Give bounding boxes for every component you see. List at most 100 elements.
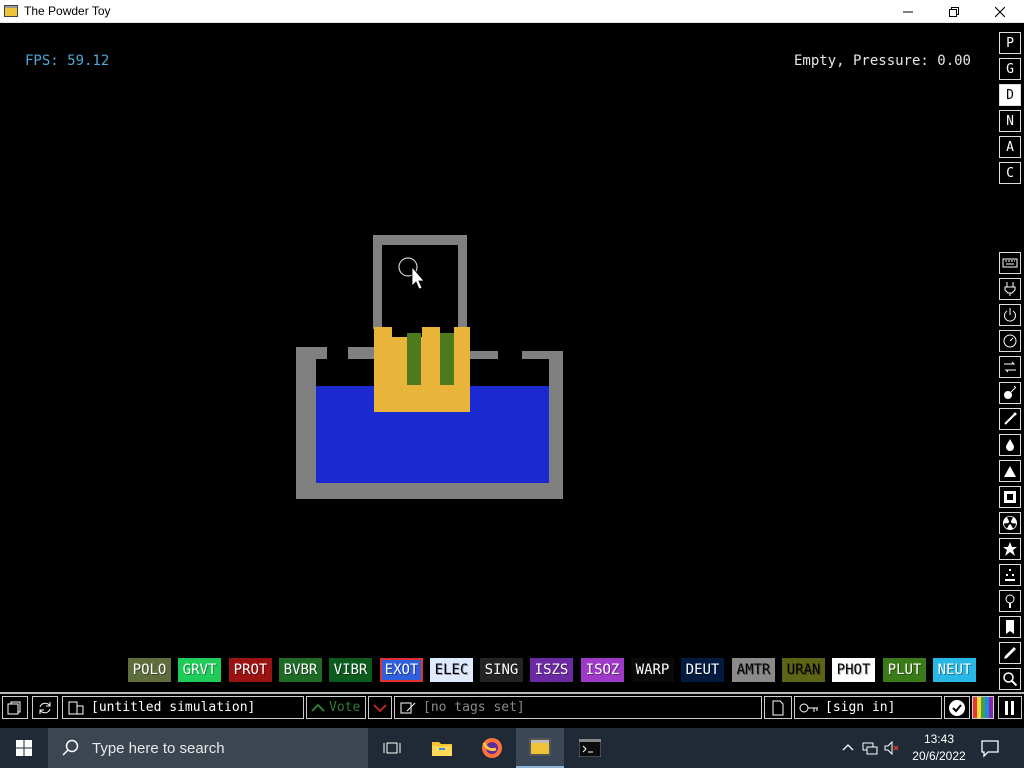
render-mode-c[interactable]: C: [999, 162, 1021, 184]
terminal-icon: [579, 739, 601, 757]
tags-button[interactable]: [no tags set]: [394, 696, 762, 719]
close-button[interactable]: [977, 0, 1023, 23]
new-simulation-button[interactable]: [764, 696, 792, 719]
element-uran-button[interactable]: URAN: [782, 658, 825, 682]
pause-icon: [1005, 700, 1014, 715]
category-powered-button[interactable]: [999, 304, 1021, 326]
windows-logo-icon: [16, 740, 32, 756]
element-deut-button[interactable]: DEUT: [681, 658, 724, 682]
element-phot-button[interactable]: PHOT: [832, 658, 875, 682]
firefox-button[interactable]: [468, 728, 516, 768]
save-simulation-button[interactable]: [untitled simulation]: [62, 696, 304, 719]
simulation-particles: [296, 235, 563, 499]
window-title: The Powder Toy: [24, 4, 111, 18]
firefox-icon: [482, 738, 502, 758]
element-warp-button[interactable]: WARP: [631, 658, 674, 682]
category-liquids-button[interactable]: [999, 434, 1021, 456]
element-sing-button[interactable]: SING: [480, 658, 523, 682]
element-isoz-button[interactable]: ISOZ: [581, 658, 624, 682]
tools-icon: [1005, 594, 1015, 608]
category-electronics-button[interactable]: [999, 278, 1021, 300]
category-sensors-button[interactable]: [999, 330, 1021, 352]
task-view-button[interactable]: [368, 728, 416, 768]
element-prot-button[interactable]: PROT: [229, 658, 272, 682]
taskbar-search-box[interactable]: Type here to search: [48, 728, 368, 768]
settings-button[interactable]: [944, 696, 970, 719]
reload-icon: [39, 701, 51, 714]
element-bvbr-button[interactable]: BVBR: [279, 658, 322, 682]
show-hidden-icons-chevron-icon[interactable]: [840, 740, 856, 756]
powder-icon: [1004, 466, 1016, 477]
search-elements-button[interactable]: [999, 668, 1021, 690]
windows-taskbar: Type here to search 13:43 20/6/2022: [0, 728, 1024, 768]
category-solids-button[interactable]: [999, 486, 1021, 508]
notifications-icon[interactable]: [980, 738, 1000, 758]
vote-down-button[interactable]: [368, 696, 392, 719]
render-mode-a[interactable]: A: [999, 136, 1021, 158]
category-radioactive-button[interactable]: [999, 512, 1021, 534]
clock-time: 13:43: [923, 732, 955, 746]
new-document-icon: [772, 700, 784, 715]
pen-icon: [1004, 647, 1016, 659]
category-decoration-button[interactable]: [999, 642, 1021, 664]
category-special-button[interactable]: [999, 538, 1021, 560]
reload-button[interactable]: [32, 696, 58, 719]
clock-date: 20/6/2022: [912, 749, 966, 763]
window-title-bar[interactable]: The Powder Toy: [0, 0, 1024, 23]
element-plut-button[interactable]: PLUT: [883, 658, 926, 682]
green-bar-left: [407, 333, 421, 385]
force-icon: [1004, 361, 1016, 373]
restore-icon: [949, 6, 959, 17]
renderer-options-button[interactable]: [972, 696, 994, 719]
rainbow-palette-icon: [973, 697, 993, 718]
chevron-down-icon: [373, 703, 387, 712]
category-explosives-button[interactable]: [999, 382, 1021, 404]
element-grvt-button[interactable]: GRVT: [178, 658, 221, 682]
element-vibr-button[interactable]: VIBR: [329, 658, 372, 682]
taskbar-clock[interactable]: 13:43 20/6/2022: [910, 731, 968, 765]
simulation-canvas[interactable]: FPS: 59.12 Empty, Pressure: 0.00: [0, 24, 996, 658]
vote-label: Vote: [329, 700, 361, 715]
volume-muted-icon[interactable]: [884, 740, 900, 756]
terminal-button[interactable]: [566, 728, 614, 768]
container-wall-left: [296, 347, 316, 499]
category-keyboard-button[interactable]: [999, 252, 1021, 274]
explosives-icon: [1004, 385, 1017, 399]
open-save-button[interactable]: [2, 696, 28, 719]
element-amtr-button[interactable]: AMTR: [732, 658, 775, 682]
element-exot-button[interactable]: EXOT: [380, 658, 423, 682]
category-life-button[interactable]: [999, 564, 1021, 586]
start-button[interactable]: [0, 728, 48, 768]
minimize-button[interactable]: [885, 0, 931, 23]
powder-toy-taskbar-button[interactable]: [516, 728, 564, 768]
element-iszs-button[interactable]: ISZS: [530, 658, 573, 682]
electronics-plug-icon: [1004, 282, 1016, 296]
maximize-button[interactable]: [931, 0, 977, 23]
render-mode-g[interactable]: G: [999, 58, 1021, 80]
category-gases-button[interactable]: [999, 408, 1021, 430]
sensor-icon: [1003, 334, 1017, 348]
key-icon: [799, 703, 818, 712]
close-icon: [995, 6, 1005, 17]
category-favorites-button[interactable]: [999, 616, 1021, 638]
element-polo-button[interactable]: POLO: [128, 658, 171, 682]
file-explorer-button[interactable]: [418, 728, 466, 768]
element-elec-button[interactable]: ELEC: [430, 658, 473, 682]
vote-up-button[interactable]: Vote: [306, 696, 366, 719]
task-view-icon: [383, 742, 401, 754]
render-mode-d[interactable]: D: [999, 84, 1021, 106]
render-mode-p[interactable]: P: [999, 32, 1021, 54]
tags-label: [no tags set]: [423, 700, 525, 715]
network-icon[interactable]: [862, 740, 878, 756]
green-bar-right: [440, 333, 454, 385]
render-mode-n[interactable]: N: [999, 110, 1021, 132]
save-icon: [68, 701, 84, 714]
container-floor: [296, 483, 563, 499]
sign-in-button[interactable]: [sign in]: [794, 696, 942, 719]
element-neut-button[interactable]: NEUT: [933, 658, 976, 682]
special-icon: [1003, 542, 1017, 556]
pause-button[interactable]: [998, 696, 1022, 719]
category-tools-button[interactable]: [999, 590, 1021, 612]
category-force-button[interactable]: [999, 356, 1021, 378]
category-powders-button[interactable]: [999, 460, 1021, 482]
